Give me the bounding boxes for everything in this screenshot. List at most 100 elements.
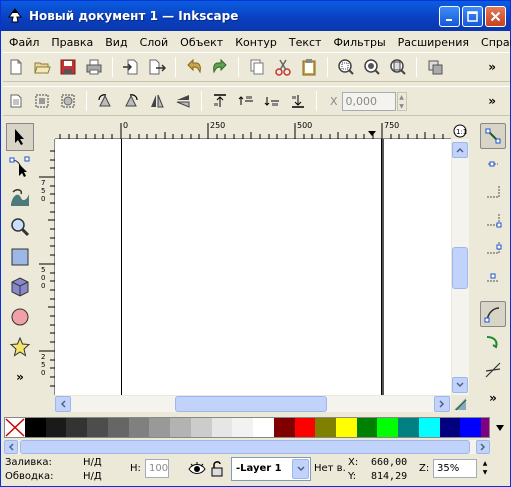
menu-layer[interactable]: Слой — [134, 36, 175, 49]
selector-tool-button[interactable] — [6, 123, 34, 151]
swatch-maroon[interactable] — [273, 418, 295, 437]
drawing-canvas[interactable] — [55, 139, 451, 395]
menu-object[interactable]: Объект — [174, 36, 229, 49]
swatch-blue[interactable] — [460, 418, 482, 437]
raise-button[interactable] — [234, 89, 258, 113]
swatch-green[interactable] — [356, 418, 378, 437]
menu-filters[interactable]: Фильтры — [327, 36, 391, 49]
swatch-gray-60[interactable] — [107, 418, 129, 437]
zoom-page-button[interactable] — [386, 55, 410, 79]
layer-dropdown-button[interactable] — [292, 459, 309, 479]
save-button[interactable] — [56, 55, 80, 79]
rotate-ccw-button[interactable] — [93, 89, 117, 113]
duplicate-button[interactable] — [423, 55, 447, 79]
no-paint-swatch[interactable] — [5, 418, 25, 437]
raise-to-top-button[interactable] — [208, 89, 232, 113]
paste-button[interactable] — [297, 55, 321, 79]
swatch-gray-5[interactable] — [232, 418, 254, 437]
zoom-input[interactable]: 35% — [433, 459, 477, 478]
scroll-down-button[interactable] — [452, 377, 468, 393]
zoom-selection-button[interactable] — [334, 55, 358, 79]
menu-view[interactable]: Вид — [99, 36, 133, 49]
swatch-red[interactable] — [294, 418, 316, 437]
stroke-value[interactable]: Н/Д — [83, 471, 102, 482]
deselect-button[interactable] — [56, 89, 80, 113]
horizontal-scroll-thumb[interactable] — [175, 396, 327, 412]
swatch-olive[interactable] — [315, 418, 337, 437]
ellipse-tool-button[interactable] — [6, 303, 34, 331]
toolbox-overflow-button[interactable]: » — [6, 363, 34, 391]
vertical-scrollbar[interactable] — [452, 139, 469, 395]
toggle-visibility-button[interactable] — [188, 460, 206, 478]
palette-scroll-right-button[interactable] — [476, 440, 490, 454]
swatch-navy[interactable] — [439, 418, 461, 437]
scroll-left-button[interactable] — [55, 396, 71, 412]
lower-to-bottom-button[interactable] — [286, 89, 310, 113]
swatch-white[interactable] — [253, 418, 274, 437]
snap-toggle-button[interactable] — [480, 123, 506, 149]
swatch-black[interactable] — [25, 418, 46, 437]
star-tool-button[interactable] — [6, 333, 34, 361]
swatch-gray-30[interactable] — [170, 418, 191, 437]
x-spinner[interactable]: ▲ ▼ — [396, 91, 407, 111]
snap-bbox-corner-button[interactable] — [480, 207, 506, 233]
scroll-right-button[interactable] — [434, 396, 450, 412]
cut-button[interactable] — [271, 55, 295, 79]
open-button[interactable] — [30, 55, 54, 79]
import-button[interactable] — [119, 55, 143, 79]
zoom-drawing-button[interactable] — [360, 55, 384, 79]
snap-bbox-edge-button[interactable] — [480, 179, 506, 205]
swatch-yellow[interactable] — [336, 418, 357, 437]
swatch-gray-40[interactable] — [149, 418, 171, 437]
swatch-gray-80[interactable] — [66, 418, 88, 437]
snap-bbox-center-button[interactable] — [480, 263, 506, 289]
rotate-cw-button[interactable] — [119, 89, 143, 113]
palette-scroll-left-button[interactable] — [4, 440, 18, 454]
swatch-gray-50[interactable] — [128, 418, 150, 437]
vertical-ruler[interactable]: 7 5 0 5 0 0 2 5 0 — [39, 139, 55, 395]
copy-button[interactable] — [245, 55, 269, 79]
swatch-gray-20[interactable] — [190, 418, 212, 437]
tweak-tool-button[interactable] — [6, 183, 34, 211]
snap-bbox-midpoint-button[interactable] — [480, 235, 506, 261]
undo-button[interactable] — [182, 55, 206, 79]
zoom-corner-button[interactable]: 1:1 — [451, 122, 469, 140]
swatch-purple[interactable] — [481, 418, 490, 437]
commands-overflow-button[interactable]: » — [488, 60, 496, 74]
new-document-button[interactable] — [4, 55, 28, 79]
export-button[interactable] — [145, 55, 169, 79]
snap-bbox-button[interactable] — [480, 151, 506, 177]
vertical-scroll-thumb[interactable] — [452, 247, 468, 289]
flip-vertical-button[interactable] — [171, 89, 195, 113]
flip-horizontal-button[interactable] — [145, 89, 169, 113]
horizontal-ruler[interactable]: 0 250 500 750 — [55, 121, 451, 139]
swatch-gray-10[interactable] — [211, 418, 233, 437]
snap-intersection-button[interactable] — [480, 357, 506, 383]
tool-controls-overflow-button[interactable]: » — [488, 94, 496, 108]
menu-help[interactable]: Справка — [475, 36, 511, 49]
palette-scrollbar[interactable] — [4, 440, 490, 454]
menu-path[interactable]: Контур — [229, 36, 283, 49]
fill-value[interactable]: Н/Д — [83, 457, 102, 468]
snap-nodes-button[interactable] — [480, 301, 506, 327]
swatch-teal[interactable] — [398, 418, 419, 437]
menu-extensions[interactable]: Расширения — [392, 36, 475, 49]
print-button[interactable] — [82, 55, 106, 79]
zoom-tool-button[interactable] — [6, 213, 34, 241]
palette-menu-button[interactable] — [491, 417, 509, 438]
snap-path-button[interactable] — [480, 329, 506, 355]
menu-text[interactable]: Текст — [283, 36, 328, 49]
palette-scroll-thumb[interactable] — [20, 440, 470, 454]
menu-edit[interactable]: Правка — [45, 36, 99, 49]
minimize-button[interactable] — [439, 6, 460, 27]
redo-button[interactable] — [208, 55, 232, 79]
menu-file[interactable]: Файл — [3, 36, 45, 49]
title-bar[interactable]: Новый документ 1 — Inkscape — [1, 1, 510, 31]
node-tool-button[interactable] — [6, 153, 34, 181]
layer-selector[interactable]: -Layer 1 — [231, 457, 311, 481]
color-management-toggle[interactable] — [452, 396, 469, 412]
swatch-gray-90[interactable] — [45, 418, 67, 437]
3d-box-tool-button[interactable] — [6, 273, 34, 301]
maximize-button[interactable] — [462, 6, 483, 27]
select-all-layers-button[interactable] — [30, 89, 54, 113]
